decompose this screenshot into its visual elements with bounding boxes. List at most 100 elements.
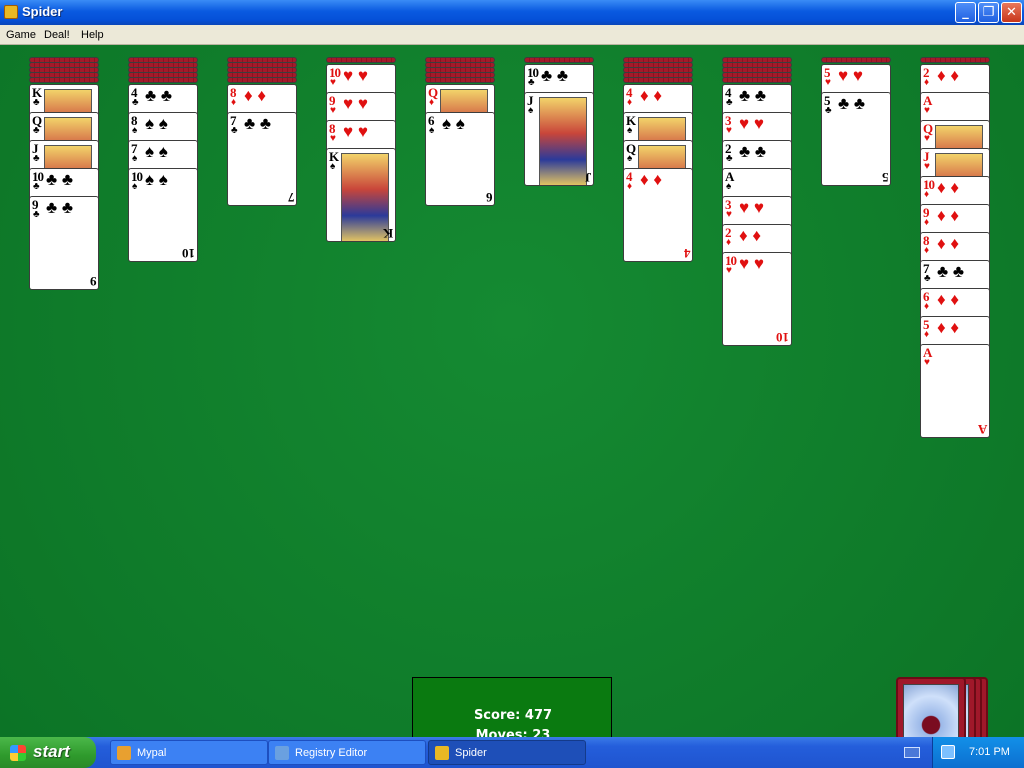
card-suit-icon: ♠ <box>132 125 138 136</box>
card-pips: ♣ ♣ <box>541 66 569 85</box>
face-down-card <box>623 77 693 83</box>
card-pips: ♠ ♠ <box>442 114 465 133</box>
card-pips: ♦ ♦ <box>937 66 960 85</box>
card-suit-icon: ♣ <box>528 77 535 88</box>
spider-app-icon <box>4 5 18 19</box>
task-spider[interactable]: Spider <box>428 740 586 765</box>
card-suit-icon: ♠ <box>330 161 336 172</box>
card-rank-corner: 10 <box>182 246 195 261</box>
close-button[interactable]: ✕ <box>1001 2 1022 23</box>
card-pips: ♦ ♦ <box>937 178 960 197</box>
face-down-card <box>29 77 99 83</box>
card-suit-icon: ♦ <box>726 237 732 248</box>
card-suit-icon: ♦ <box>924 189 930 200</box>
card-suit-icon: ♦ <box>924 329 930 340</box>
card-rank-corner: 10 <box>776 330 789 345</box>
playing-card[interactable]: 10 ♥ ♥ ♥ 10 <box>722 252 792 346</box>
card-pips: ♥ ♥ <box>739 114 764 133</box>
menu-deal[interactable]: Deal! <box>44 29 70 41</box>
card-rank-corner: 9 <box>89 274 97 289</box>
face-down-card <box>524 57 594 63</box>
card-suit-icon: ♦ <box>924 217 930 228</box>
score-label: Score: <box>473 708 521 723</box>
menu-help[interactable]: Help <box>81 29 104 41</box>
window-title: Spider <box>22 4 63 19</box>
task-registry-editor[interactable]: Registry Editor <box>268 740 426 765</box>
card-pips: ♦ ♦ <box>244 86 267 105</box>
card-rank-corner: 6 <box>485 190 493 205</box>
card-suit-icon: ♠ <box>132 153 138 164</box>
card-suit-icon: ♦ <box>429 97 435 108</box>
card-suit-icon: ♣ <box>726 153 733 164</box>
card-suit-icon: ♣ <box>33 125 40 136</box>
face-down-card <box>227 77 297 83</box>
card-pips: ♥ ♥ <box>343 122 368 141</box>
card-suit-icon: ♥ <box>726 265 732 276</box>
card-suit-icon: ♣ <box>726 97 733 108</box>
card-suit-icon: ♥ <box>726 209 732 220</box>
card-pips: ♣ ♣ <box>937 262 965 281</box>
keyboard-icon[interactable] <box>904 747 920 758</box>
card-pips: ♣ ♣ <box>739 86 767 105</box>
card-suit-icon: ♥ <box>330 133 336 144</box>
card-pips: ♦ ♦ <box>640 86 663 105</box>
card-suit-icon: ♥ <box>330 77 336 88</box>
task-mypal[interactable]: Mypal <box>110 740 268 765</box>
card-pips: ♠ ♠ <box>145 114 168 133</box>
card-suit-icon: ♠ <box>726 181 732 192</box>
face-down-card <box>722 77 792 83</box>
card-pips: ♠ ♠ <box>145 142 168 161</box>
card-suit-icon: ♠ <box>132 181 138 192</box>
playing-card[interactable]: 6 ♠ ♠ ♠ 6 <box>425 112 495 206</box>
card-pips: ♣ ♣ <box>838 94 866 113</box>
card-suit-icon: ♣ <box>825 105 832 116</box>
card-suit-icon: ♣ <box>132 97 139 108</box>
registry-editor-icon <box>275 746 289 760</box>
card-rank-corner: K <box>382 226 393 241</box>
windows-flag-icon <box>10 745 26 761</box>
card-suit-icon: ♣ <box>33 153 40 164</box>
face-down-card <box>128 77 198 83</box>
playing-card[interactable]: J ♠ J <box>524 92 594 186</box>
card-suit-icon: ♥ <box>924 105 930 116</box>
card-pips: ♣ ♣ <box>145 86 173 105</box>
minimize-button[interactable]: _ <box>955 2 976 23</box>
card-pips: ♣ ♣ <box>46 198 74 217</box>
card-pips: ♥ ♥ <box>739 198 764 217</box>
card-suit-icon: ♥ <box>924 161 930 172</box>
face-card-art <box>539 97 587 185</box>
card-suit-icon: ♥ <box>924 133 930 144</box>
face-card-art <box>341 153 389 241</box>
menu-bar: Game Deal! Help <box>0 25 1024 45</box>
card-suit-icon: ♥ <box>825 77 831 88</box>
face-down-card <box>920 57 990 63</box>
card-pips: ♣ ♣ <box>46 170 74 189</box>
card-suit-icon: ♦ <box>924 301 930 312</box>
playing-card[interactable]: A ♥ A <box>920 344 990 438</box>
card-suit-icon: ♣ <box>924 273 931 284</box>
card-suit-icon: ♣ <box>231 125 238 136</box>
taskbar: start Mypal Registry Editor Spider 7:01 … <box>0 737 1024 768</box>
mypal-icon <box>117 746 131 760</box>
score-value: 477 <box>524 708 553 723</box>
card-suit-icon: ♠ <box>627 153 633 164</box>
maximize-button[interactable]: ❐ <box>978 2 999 23</box>
card-suit-icon: ♦ <box>924 245 930 256</box>
card-suit-icon: ♥ <box>924 357 930 368</box>
playing-card[interactable]: K ♠ K <box>326 148 396 242</box>
system-tray: 7:01 PM <box>932 737 1024 768</box>
playing-card[interactable]: 10 ♠ ♠ ♠ 10 <box>128 168 198 262</box>
card-suit-icon: ♣ <box>33 209 40 220</box>
menu-game[interactable]: Game <box>6 29 36 41</box>
start-button[interactable]: start <box>0 737 96 768</box>
playing-card[interactable]: 7 ♣ ♣ ♣ 7 <box>227 112 297 206</box>
card-suit-icon: ♦ <box>627 181 633 192</box>
face-down-card <box>821 57 891 63</box>
card-pips: ♦ ♦ <box>937 206 960 225</box>
spider-app-icon <box>435 746 449 760</box>
face-down-card <box>425 77 495 83</box>
playing-card[interactable]: 9 ♣ ♣ ♣ 9 <box>29 196 99 290</box>
network-icon[interactable] <box>941 745 955 759</box>
playing-card[interactable]: 5 ♣ ♣ ♣ 5 <box>821 92 891 186</box>
playing-card[interactable]: 4 ♦ ♦ ♦ 4 <box>623 168 693 262</box>
